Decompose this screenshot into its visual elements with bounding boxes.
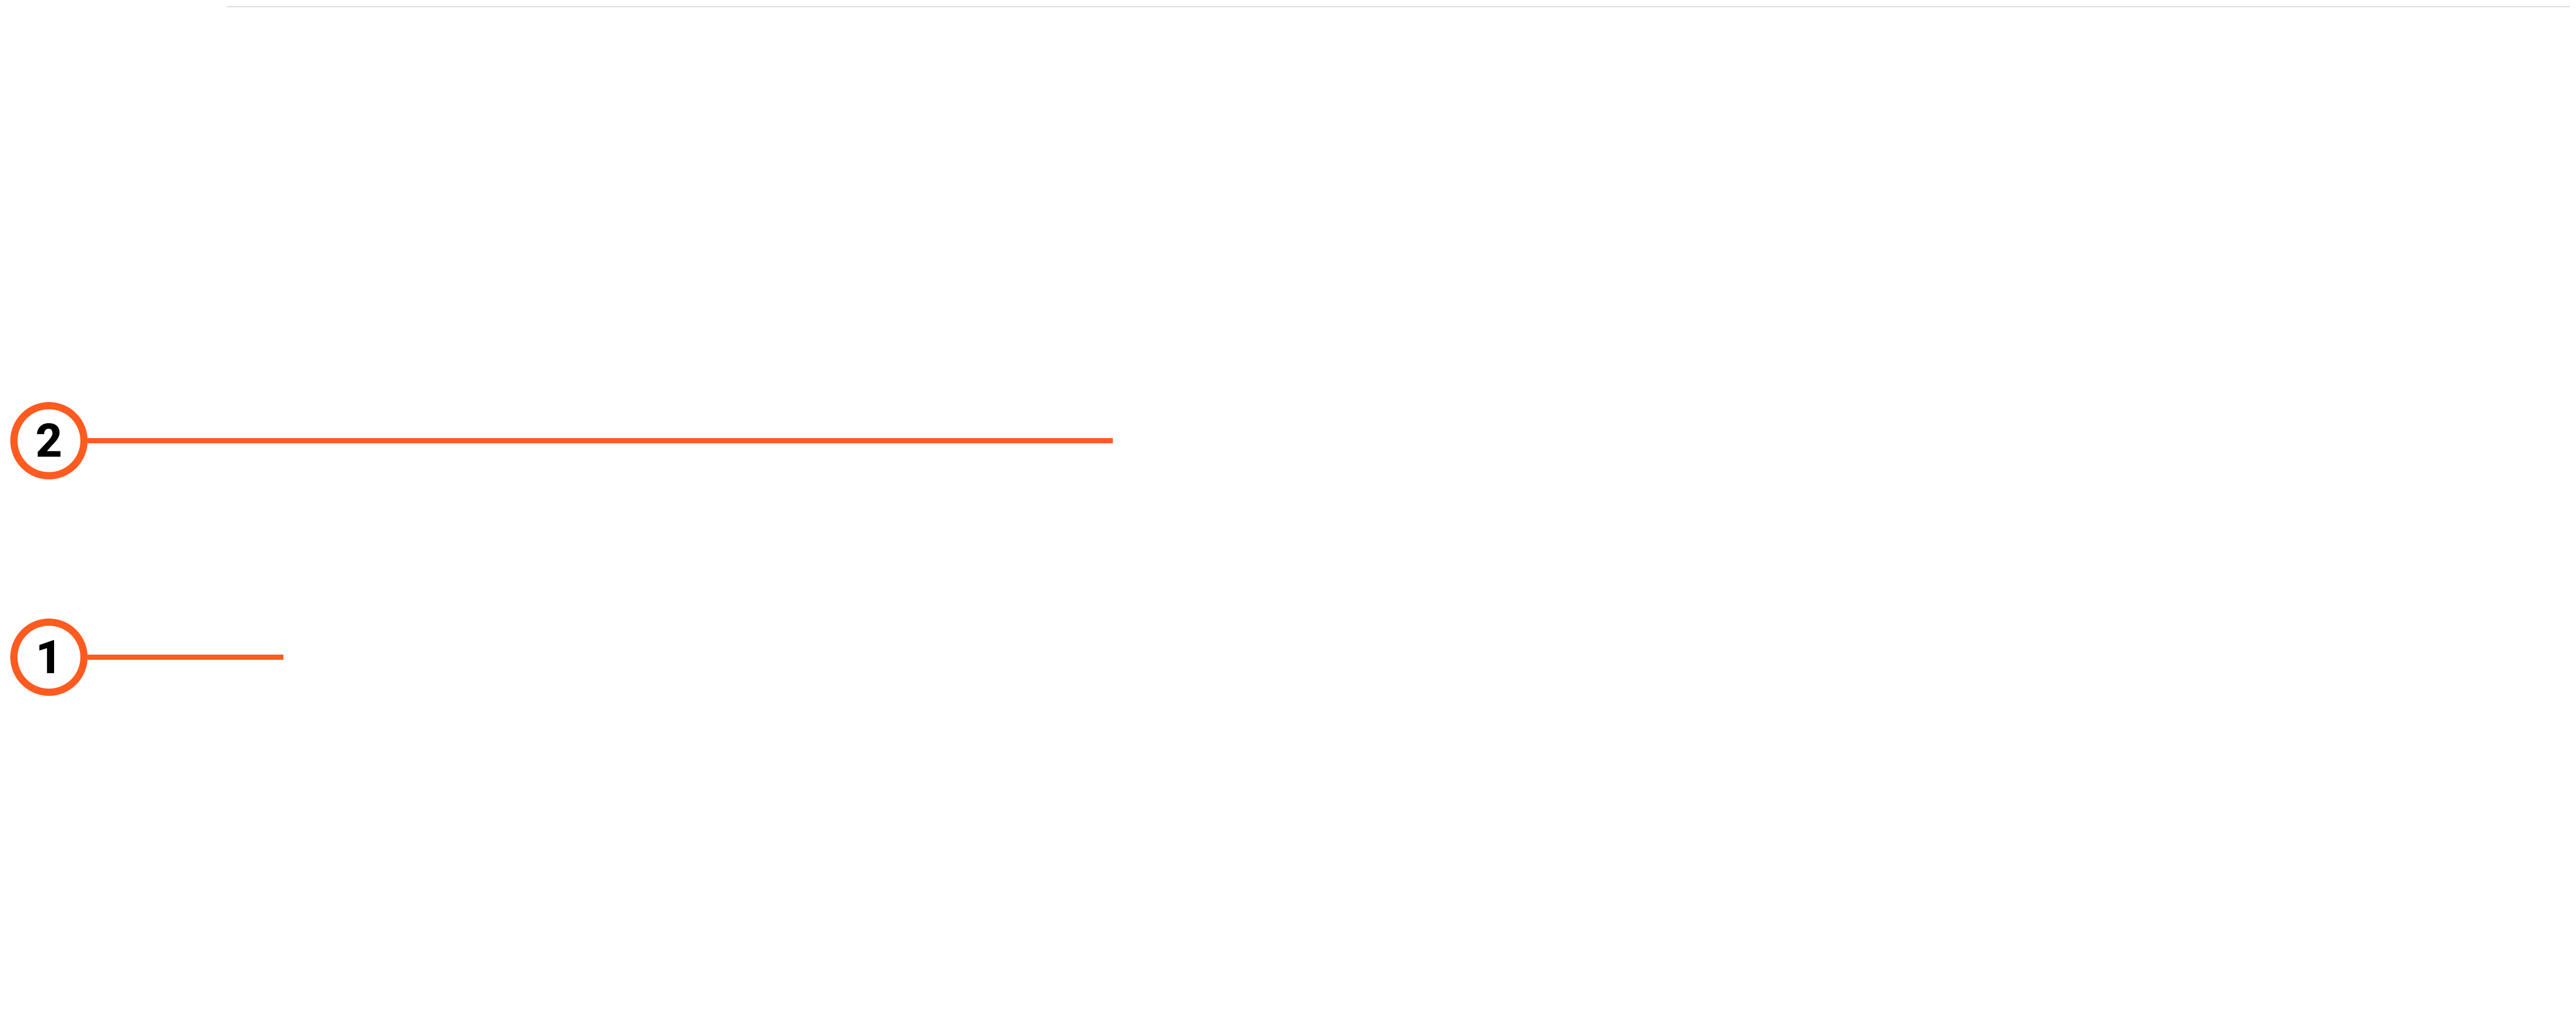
annotation-line <box>88 655 283 660</box>
annotation-line <box>88 438 1113 443</box>
annotation-2: 2 <box>10 402 1113 479</box>
annotation-badge: 2 <box>10 402 88 479</box>
app-shell: CLOUD Project ID Test project <box>227 6 2570 7</box>
annotation-badge: 1 <box>10 619 88 696</box>
annotation-1: 1 <box>10 619 283 696</box>
